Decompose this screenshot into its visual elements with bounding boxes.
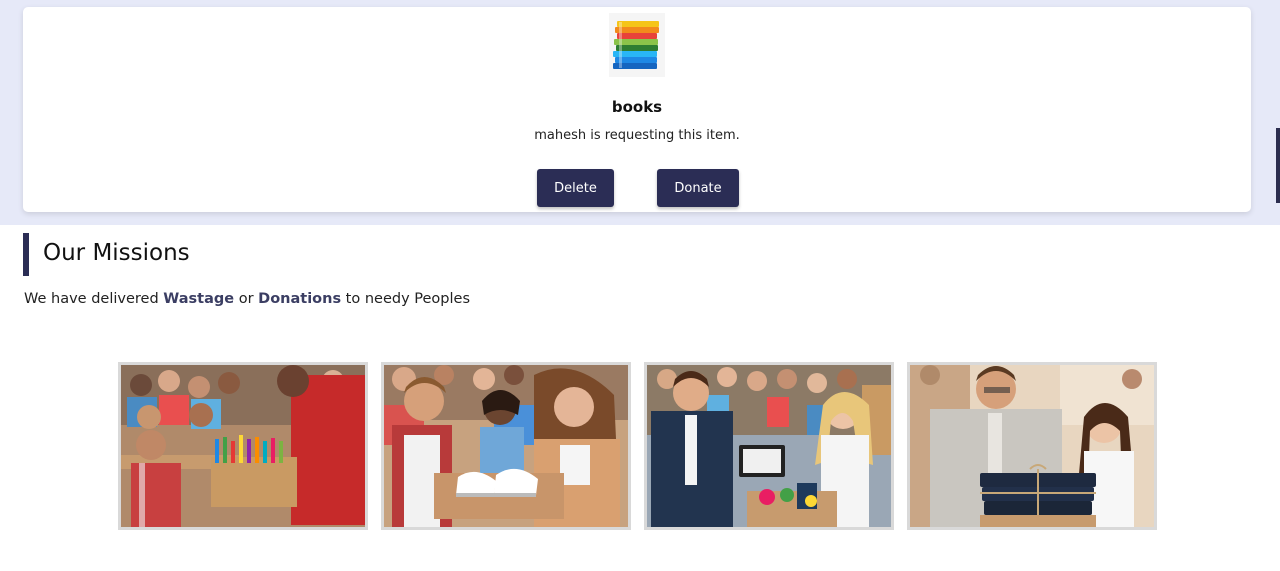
- mission-photo-shoes-donation: [381, 362, 631, 530]
- mission-photo-tablet-donation: [644, 362, 894, 530]
- subtitle-highlight-wastage: Wastage: [163, 291, 235, 307]
- section-subtitle: We have delivered Wastage or Donations t…: [24, 291, 470, 307]
- mission-photo-clothes-donation: [907, 362, 1157, 530]
- scroll-indicator[interactable]: [1276, 128, 1280, 203]
- delete-button[interactable]: Delete: [537, 169, 614, 207]
- item-title: books: [611, 98, 663, 116]
- subtitle-suffix: to needy Peoples: [341, 291, 471, 307]
- section-heading: Our Missions: [43, 240, 190, 266]
- subtitle-mid: or: [234, 291, 259, 307]
- section-accent-bar: [23, 233, 29, 276]
- subtitle-prefix: We have delivered: [24, 291, 164, 307]
- subtitle-highlight-donations: Donations: [258, 291, 342, 307]
- mission-photo-classroom-supplies: [118, 362, 368, 530]
- books-icon: [609, 13, 665, 77]
- request-description: mahesh is requesting this item.: [534, 128, 740, 143]
- donate-button[interactable]: Donate: [657, 169, 739, 207]
- request-card: books mahesh is requesting this item. De…: [23, 7, 1251, 212]
